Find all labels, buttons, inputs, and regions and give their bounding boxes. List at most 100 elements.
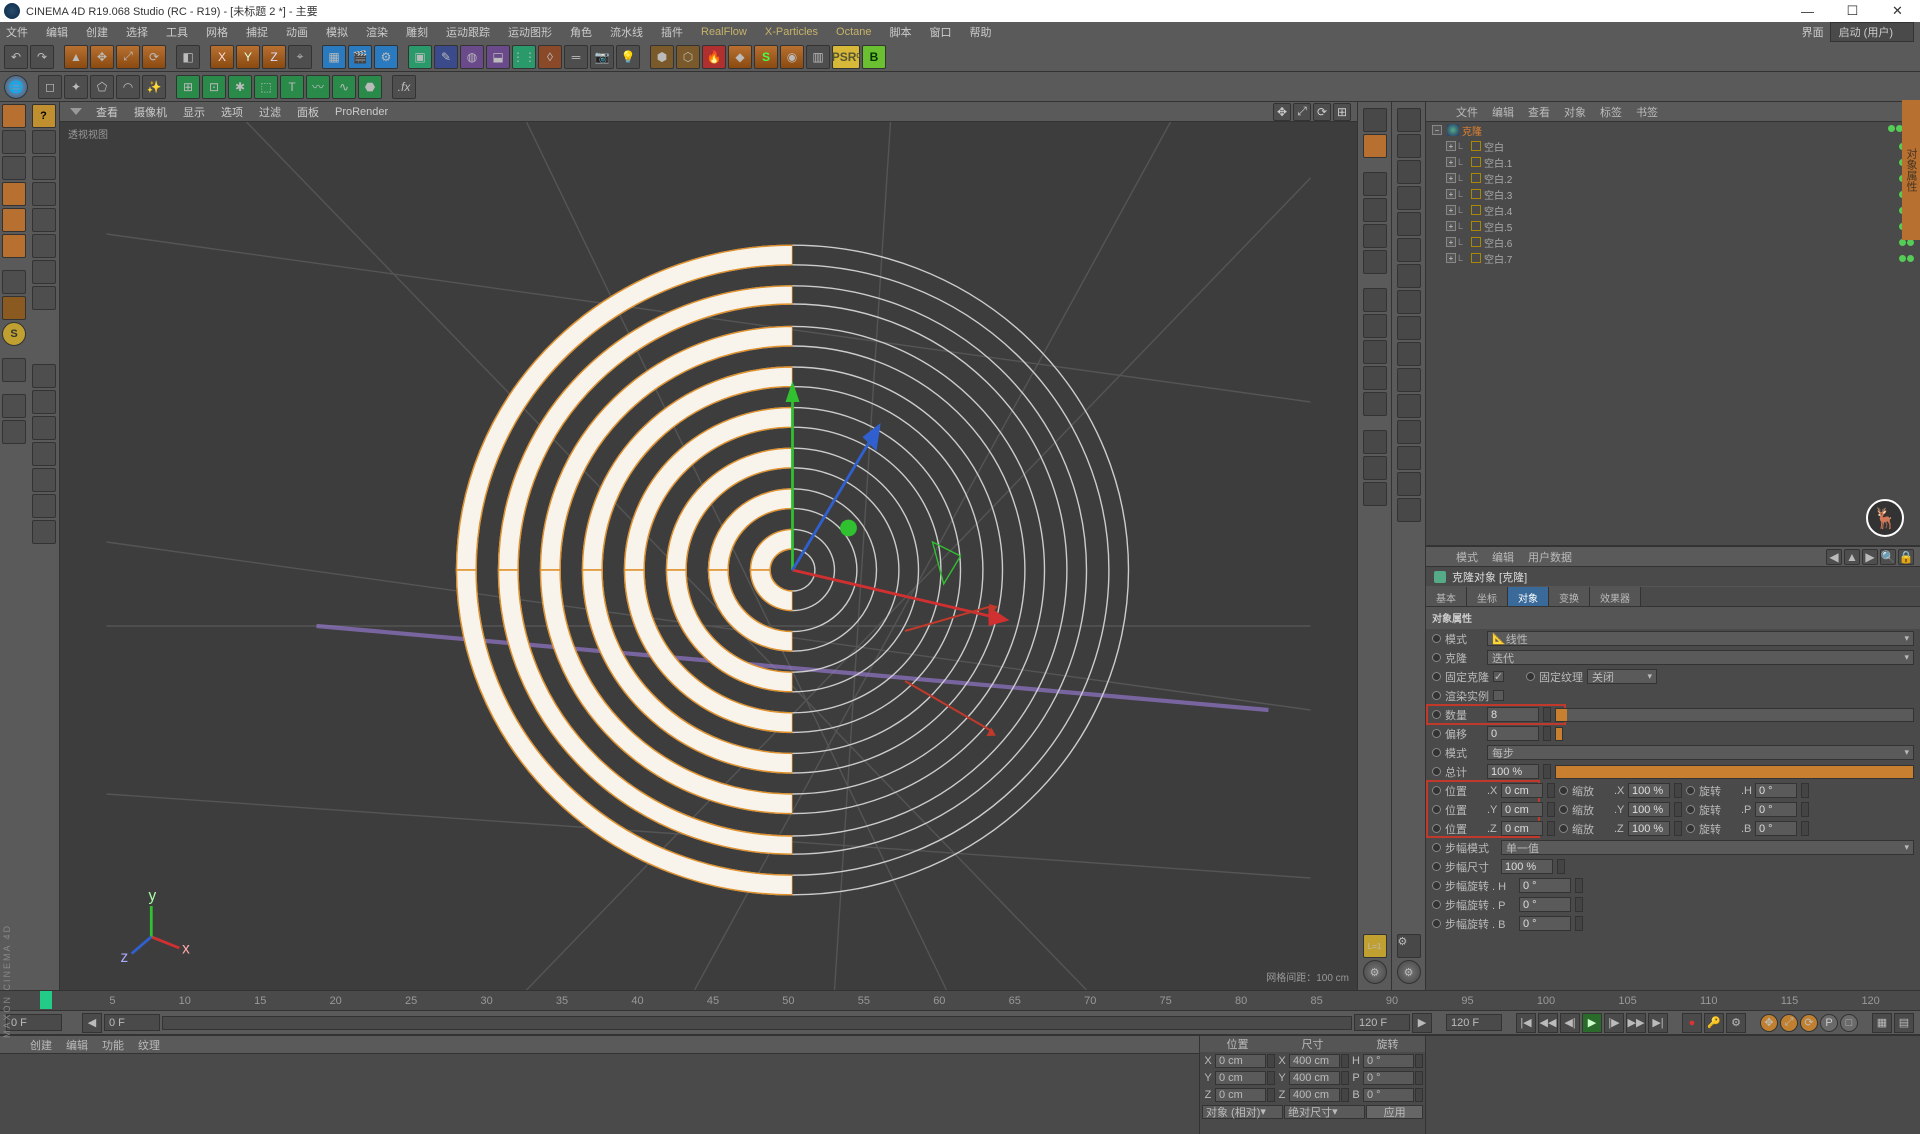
key-p-icon[interactable]: P: [1820, 1014, 1838, 1032]
menu-snap[interactable]: 捕捉: [246, 24, 268, 40]
am-up-icon[interactable]: ▲: [1844, 549, 1860, 565]
anim-dot-icon[interactable]: [1432, 824, 1441, 833]
offset-slider[interactable]: [1555, 727, 1563, 741]
spinner[interactable]: [1341, 1054, 1349, 1068]
grid2-icon[interactable]: [2, 420, 26, 444]
steprot-b-input[interactable]: 0 °: [1519, 916, 1571, 931]
tool2-icon[interactable]: ⬡: [676, 45, 700, 69]
rtc1-k-icon[interactable]: [1363, 392, 1387, 416]
vp-menu-pr[interactable]: ProRender: [335, 106, 388, 118]
wand-icon[interactable]: ✨: [142, 75, 166, 99]
rtc2-a-icon[interactable]: [1397, 108, 1421, 132]
menu-tracker[interactable]: 运动跟踪: [446, 24, 490, 40]
spinner[interactable]: [1267, 1054, 1275, 1068]
rtc1-eq1-icon[interactable]: L=1: [1363, 934, 1387, 958]
anim-dot-icon[interactable]: [1686, 824, 1695, 833]
grid4-icon[interactable]: [32, 390, 56, 414]
coord-sys-icon[interactable]: ⌖: [288, 45, 312, 69]
grid9-icon[interactable]: [32, 520, 56, 544]
frame-cur-input[interactable]: 0 F: [104, 1014, 160, 1031]
clone-dropdown[interactable]: 迭代: [1487, 650, 1914, 665]
range-slider[interactable]: [162, 1016, 1352, 1030]
tool4-icon[interactable]: ◆: [728, 45, 752, 69]
undo-icon[interactable]: ↶: [4, 45, 28, 69]
psr-button[interactable]: PSR0: [832, 45, 860, 69]
grid5-icon[interactable]: [32, 416, 56, 440]
anim-dot-icon[interactable]: [1432, 634, 1441, 643]
rtc1-g-icon[interactable]: [1363, 288, 1387, 312]
spinner[interactable]: [1415, 1071, 1423, 1085]
am-prev-icon[interactable]: ◀: [1826, 549, 1842, 565]
rtc1-b-icon[interactable]: [1363, 134, 1387, 158]
attr-tab-basic[interactable]: 基本: [1426, 587, 1467, 606]
curve-icon[interactable]: [32, 182, 56, 206]
menu-realflow[interactable]: RealFlow: [701, 26, 747, 38]
anim-dot-icon[interactable]: [1432, 672, 1441, 681]
coord-rb-input[interactable]: 0 °: [1363, 1088, 1414, 1102]
mp-tex[interactable]: 纹理: [138, 1037, 160, 1053]
total-spinner[interactable]: [1543, 764, 1551, 779]
cube-primitive-icon[interactable]: ▣: [408, 45, 432, 69]
rtc1-n-icon[interactable]: [1363, 482, 1387, 506]
rtc2-g-icon[interactable]: [1397, 264, 1421, 288]
tool6-icon[interactable]: ▥: [806, 45, 830, 69]
spinner[interactable]: [1674, 783, 1682, 798]
record-button[interactable]: ●: [1682, 1013, 1702, 1033]
render-settings-icon[interactable]: ⚙: [374, 45, 398, 69]
expand-icon[interactable]: +: [1446, 221, 1456, 231]
om-tab-edit[interactable]: 编辑: [1492, 104, 1514, 120]
keyopts-icon[interactable]: ⚙: [1726, 1013, 1746, 1033]
mouse-icon[interactable]: [32, 286, 56, 310]
anim-dot-icon[interactable]: [1432, 900, 1441, 909]
anim-dot-icon[interactable]: [1526, 672, 1535, 681]
vp-menu-disp[interactable]: 显示: [183, 104, 205, 120]
workplane-icon[interactable]: [2, 156, 26, 180]
coord-rh-input[interactable]: 0 °: [1363, 1054, 1414, 1068]
spinner[interactable]: [1415, 1054, 1423, 1068]
count-slider[interactable]: [1555, 708, 1914, 722]
rtc2-b-icon[interactable]: [1397, 134, 1421, 158]
rtc1-i-icon[interactable]: [1363, 340, 1387, 364]
rtc2-d-icon[interactable]: [1397, 186, 1421, 210]
vp-menu-filter[interactable]: 过滤: [259, 104, 281, 120]
spinner[interactable]: [1415, 1088, 1423, 1102]
offset-input[interactable]: 0: [1487, 726, 1539, 741]
rtc1-gear-icon[interactable]: ⚙: [1363, 960, 1387, 984]
mg-spline-icon[interactable]: ∿: [332, 75, 356, 99]
grid3-icon[interactable]: [32, 364, 56, 388]
spinner[interactable]: [1341, 1071, 1349, 1085]
tree-child-name[interactable]: 空白.7: [1484, 251, 1899, 266]
maximize-button[interactable]: ☐: [1830, 0, 1875, 22]
mg-voronoi-icon[interactable]: ⬣: [358, 75, 382, 99]
tool5-icon[interactable]: ◉: [780, 45, 804, 69]
tree-child[interactable]: + L 空白.4: [1426, 202, 1920, 218]
tl-a-icon[interactable]: ▦: [1872, 1013, 1892, 1033]
rtc2-k-icon[interactable]: [1397, 368, 1421, 392]
spinner[interactable]: [1547, 783, 1555, 798]
attr-tab-trans[interactable]: 变换: [1549, 587, 1590, 606]
b-button[interactable]: B: [862, 45, 886, 69]
menu-tools[interactable]: 工具: [166, 24, 188, 40]
rtc1-j-icon[interactable]: [1363, 366, 1387, 390]
coord-z-input[interactable]: 0 cm: [1215, 1088, 1266, 1102]
stepmode-dropdown[interactable]: 单一值: [1501, 840, 1914, 855]
tree-child-name[interactable]: 空白.5: [1484, 219, 1899, 234]
spinner[interactable]: [1575, 897, 1583, 912]
minimize-button[interactable]: —: [1785, 0, 1830, 22]
menu-character[interactable]: 角色: [570, 24, 592, 40]
am-lock-icon[interactable]: 🔒: [1898, 549, 1914, 565]
tree-child[interactable]: + L 空白.3: [1426, 186, 1920, 202]
frame-start-input[interactable]: 0 F: [6, 1014, 62, 1031]
mg-instance-icon[interactable]: ⬚: [254, 75, 278, 99]
menu-sim[interactable]: 模拟: [326, 24, 348, 40]
rtc2-f-icon[interactable]: [1397, 238, 1421, 262]
viewport-menu-icon[interactable]: [70, 108, 82, 115]
anim-dot-icon[interactable]: [1432, 710, 1441, 719]
timeline-playhead[interactable]: [40, 991, 52, 1009]
coord-x-input[interactable]: 0 cm: [1215, 1054, 1266, 1068]
vp-nav4-icon[interactable]: ⊞: [1333, 103, 1351, 121]
anim-dot-icon[interactable]: [1432, 767, 1441, 776]
expand-icon[interactable]: +: [1446, 253, 1456, 263]
menu-create[interactable]: 创建: [86, 24, 108, 40]
coord-sy-input[interactable]: 400 cm: [1289, 1071, 1340, 1085]
